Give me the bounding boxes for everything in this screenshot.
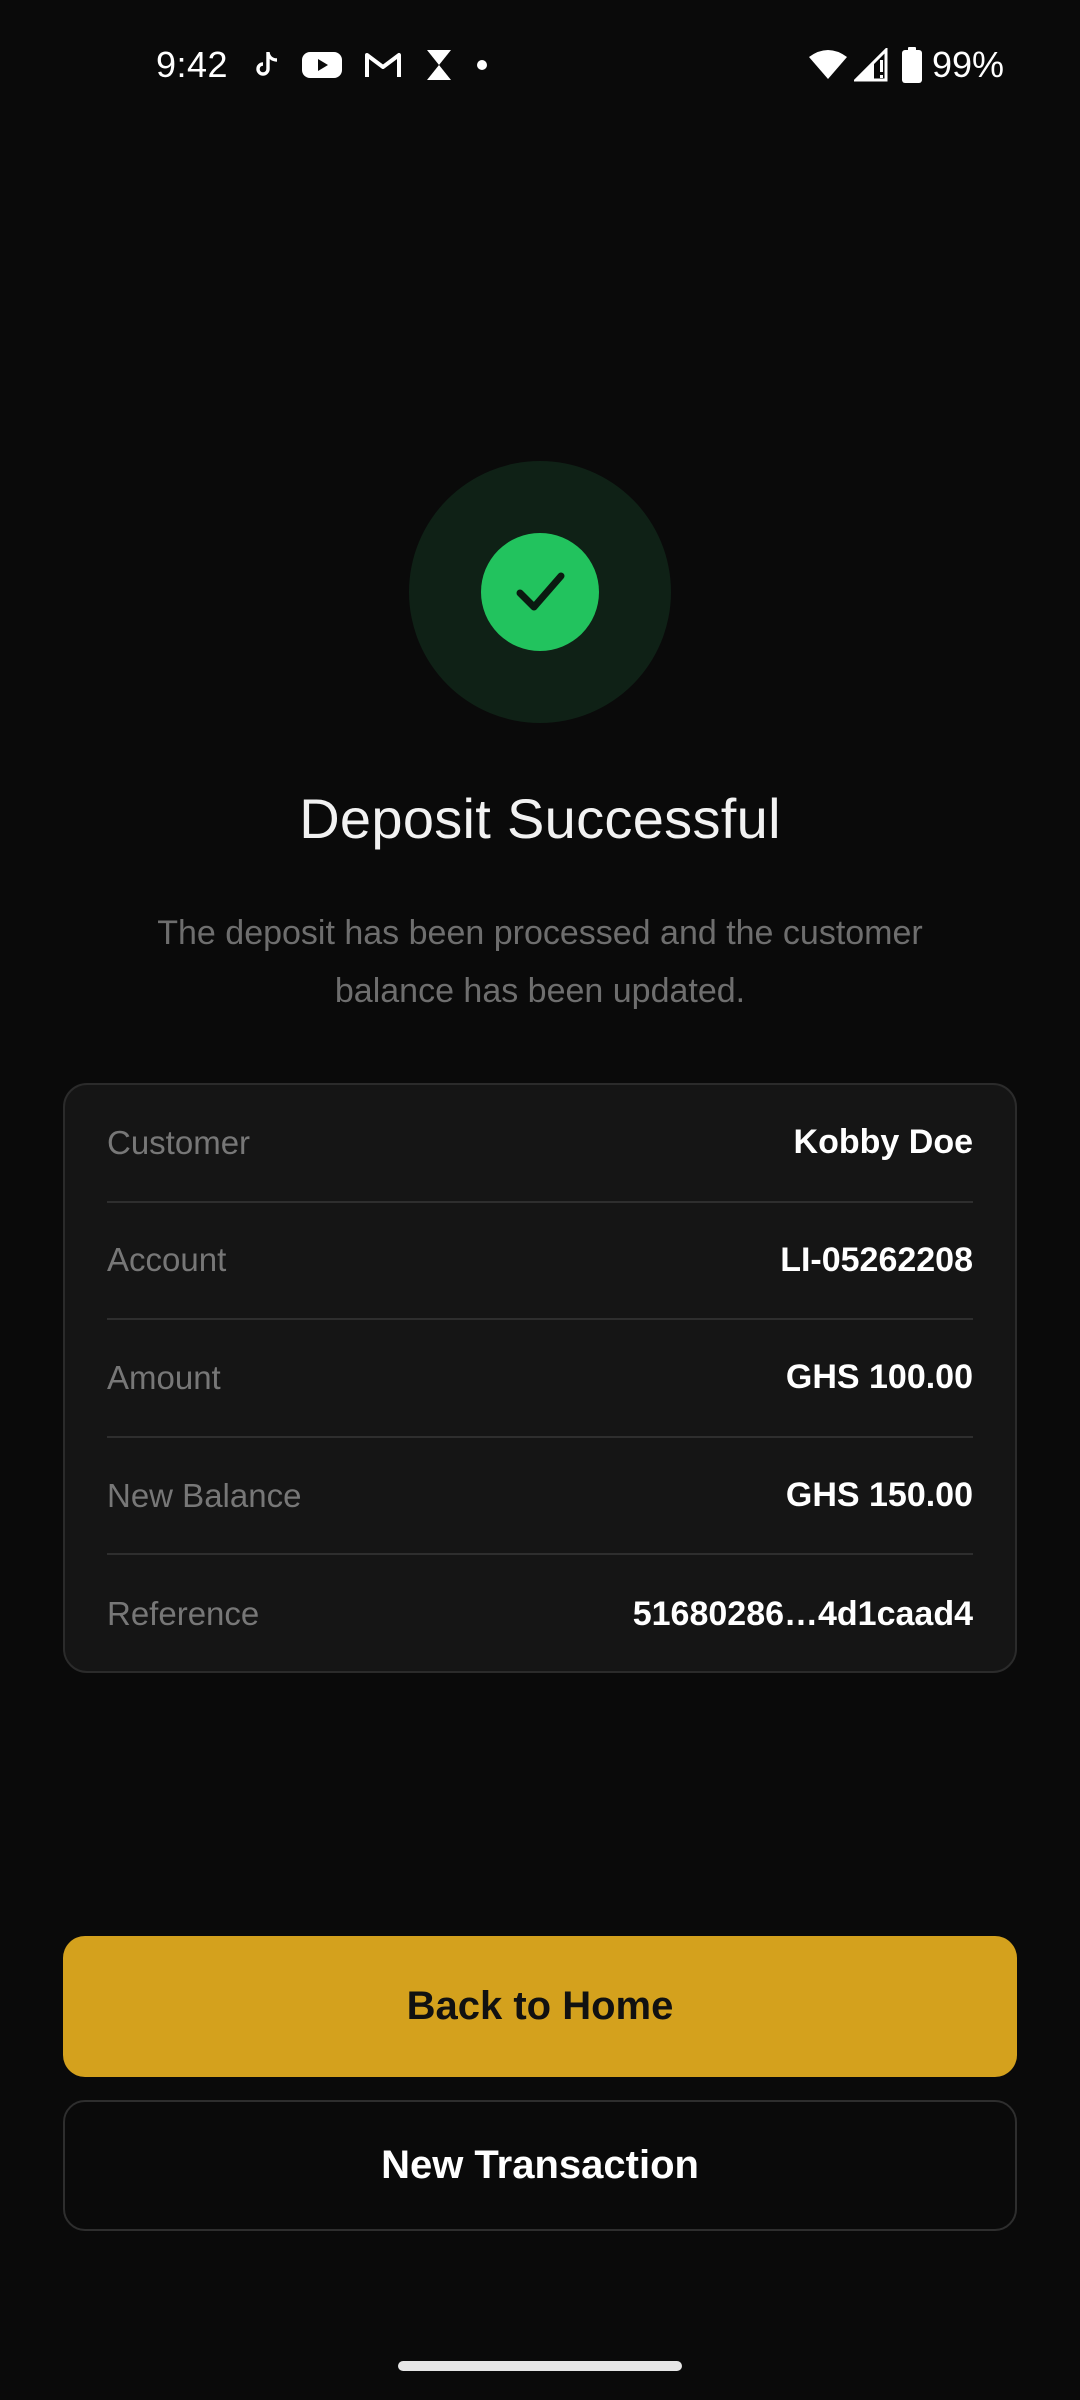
new-transaction-button[interactable]: New Transaction xyxy=(63,2100,1017,2231)
youtube-icon xyxy=(302,50,343,80)
gmail-icon xyxy=(364,50,402,80)
transaction-details-card: Customer Kobby Doe Account LI-05262208 A… xyxy=(63,1083,1017,1673)
status-left: 9:42 xyxy=(156,44,510,86)
page-title: Deposit Successful xyxy=(299,787,781,850)
detail-row-customer: Customer Kobby Doe xyxy=(107,1085,973,1203)
tiktok-icon xyxy=(254,50,280,80)
success-icon-halo xyxy=(409,461,671,723)
status-bar: 9:42 99% xyxy=(0,0,1080,130)
detail-value: LI-05262208 xyxy=(780,1240,973,1279)
deposit-success-screen: 9:42 99% Deposit Successful The deposit … xyxy=(0,0,1080,2400)
cell-signal-icon xyxy=(853,48,888,82)
detail-label: Reference xyxy=(107,1595,260,1633)
detail-value: GHS 150.00 xyxy=(785,1476,973,1515)
back-to-home-button[interactable]: Back to Home xyxy=(63,1936,1017,2077)
check-circle-icon xyxy=(481,533,599,651)
dot-icon xyxy=(476,59,488,71)
success-message: The deposit has been processed and the c… xyxy=(157,914,923,1010)
detail-row-amount: Amount GHS 100.00 xyxy=(107,1320,973,1438)
detail-row-account: Account LI-05262208 xyxy=(107,1203,973,1321)
wifi-icon xyxy=(808,49,848,81)
detail-row-reference: Reference 51680286…4d1caad4 xyxy=(107,1555,973,1673)
battery-icon xyxy=(901,47,922,83)
detail-value: GHS 100.00 xyxy=(785,1358,973,1397)
detail-label: New Balance xyxy=(107,1476,302,1514)
detail-label: Account xyxy=(107,1241,227,1279)
detail-row-new-balance: New Balance GHS 150.00 xyxy=(107,1438,973,1556)
detail-value: Kobby Doe xyxy=(793,1123,973,1162)
battery-percent: 99% xyxy=(931,44,1004,85)
status-right: 99% xyxy=(808,44,1004,86)
detail-value: 51680286…4d1caad4 xyxy=(632,1594,973,1633)
status-time: 9:42 xyxy=(156,44,229,85)
detail-label: Customer xyxy=(107,1123,251,1161)
checkmark-icon xyxy=(516,572,565,611)
hourglass-icon xyxy=(424,48,454,82)
detail-label: Amount xyxy=(107,1358,221,1396)
home-indicator[interactable] xyxy=(398,2361,682,2371)
